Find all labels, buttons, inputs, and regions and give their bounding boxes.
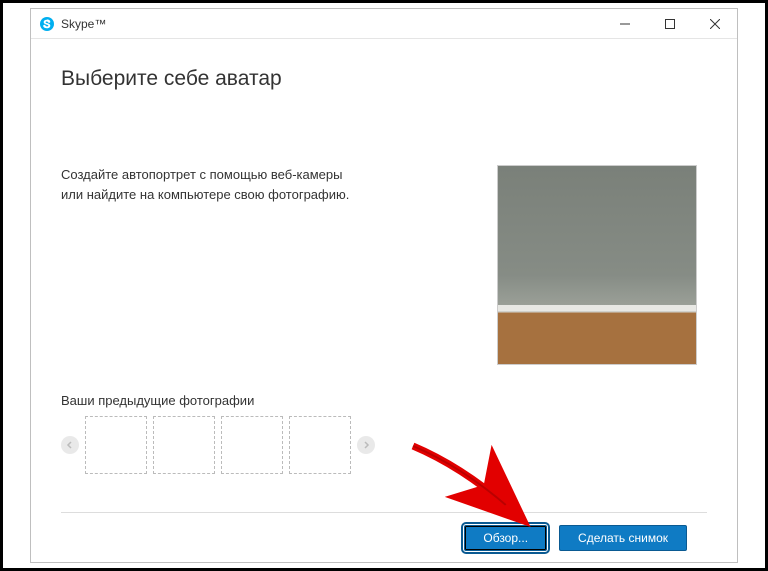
photo-thumbnail[interactable] <box>221 416 283 474</box>
photo-thumbnail[interactable] <box>153 416 215 474</box>
minimize-button[interactable] <box>602 9 647 38</box>
photo-thumbnail[interactable] <box>289 416 351 474</box>
prev-arrow-icon[interactable] <box>61 436 79 454</box>
photo-thumbnail[interactable] <box>85 416 147 474</box>
page-title: Выберите себе аватар <box>61 67 707 91</box>
browse-button[interactable]: Обзор... <box>464 525 547 551</box>
take-snapshot-button[interactable]: Сделать снимок <box>559 525 687 551</box>
window-controls <box>602 9 737 38</box>
close-button[interactable] <box>692 9 737 38</box>
footer-bar: Обзор... Сделать снимок <box>61 512 707 562</box>
app-window: Skype™ Выберите себе аватар Создайте авт… <box>30 8 738 563</box>
content-area: Выберите себе аватар Создайте автопортре… <box>31 39 737 562</box>
skype-icon <box>39 16 55 32</box>
avatar-preview <box>497 165 697 365</box>
previous-photos-label: Ваши предыдущие фотографии <box>61 393 707 408</box>
instructions-text: Создайте автопортрет с помощью веб-камер… <box>61 165 361 365</box>
title-bar: Skype™ <box>31 9 737 39</box>
window-title: Skype™ <box>61 17 106 31</box>
next-arrow-icon[interactable] <box>357 436 375 454</box>
previous-photos-row <box>61 416 707 474</box>
maximize-button[interactable] <box>647 9 692 38</box>
